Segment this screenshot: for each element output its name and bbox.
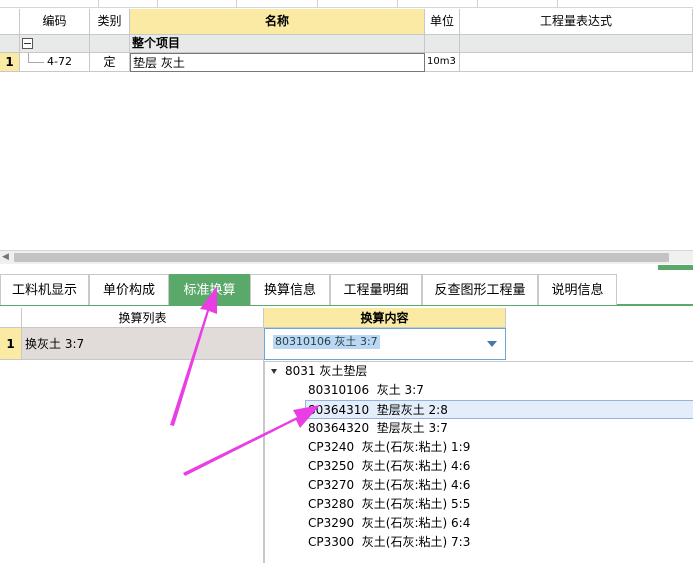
dropdown-option-selected[interactable]: 80364310 垫层灰土 2:8	[305, 400, 693, 419]
group-type-cell	[90, 35, 130, 53]
column-header-name[interactable]: 名称	[130, 9, 425, 35]
column-header-unit[interactable]: 单位	[425, 9, 460, 35]
conversion-content-header: 换算内容	[264, 308, 506, 328]
top-strip	[0, 0, 693, 8]
tab-conversion-info[interactable]: 换算信息	[250, 274, 330, 305]
tab-material-display[interactable]: 工料机显示	[0, 274, 89, 305]
row-index-cell[interactable]: 1	[0, 53, 20, 72]
dropdown-option[interactable]: CP3250 灰土(石灰:粘土) 4:6	[308, 457, 470, 476]
column-header-code[interactable]: 编码	[20, 9, 90, 35]
panel-splitter[interactable]	[658, 265, 693, 270]
strip-divider	[557, 0, 558, 8]
column-header-type[interactable]: 类别	[90, 9, 130, 35]
group-toggle-cell[interactable]	[20, 35, 90, 53]
conversion-select-value: 80310106 灰土 3:7	[273, 335, 380, 349]
tree-group-node[interactable]: 8031 灰土垫层	[271, 362, 367, 381]
strip-divider	[236, 0, 237, 8]
minus-square-icon[interactable]	[22, 38, 33, 49]
conversion-select[interactable]: 80310106 灰土 3:7	[264, 328, 506, 360]
strip-divider	[157, 0, 158, 8]
row-index-cell[interactable]: 1	[0, 328, 22, 360]
dropdown-option[interactable]: CP3270 灰土(石灰:粘土) 4:6	[308, 476, 470, 495]
row-code-text: 4-72	[47, 55, 72, 68]
tree-line-icon	[28, 53, 29, 62]
tree-line-icon	[28, 62, 44, 63]
row-type-cell[interactable]: 定	[90, 53, 130, 72]
tab-unit-price[interactable]: 单价构成	[89, 274, 169, 305]
dropdown-option[interactable]: CP3300 灰土(石灰:粘土) 7:3	[308, 533, 470, 552]
arrow-left-icon[interactable]: ◀	[2, 252, 9, 262]
tab-description[interactable]: 说明信息	[538, 274, 617, 305]
strip-divider	[98, 0, 99, 8]
dropdown-option[interactable]: 80364320 垫层灰土 3:7	[308, 419, 448, 438]
strip-divider	[317, 0, 318, 8]
tab-quantity-detail[interactable]: 工程量明细	[330, 274, 422, 305]
row-unit-cell[interactable]: 10m3	[425, 53, 460, 72]
dropdown-option[interactable]: CP3280 灰土(石灰:粘土) 5:5	[308, 495, 470, 514]
triangle-down-icon[interactable]	[271, 369, 277, 374]
conversion-list-panel: 换算列表 1 换灰土 3:7	[0, 308, 264, 563]
row-index-header	[0, 9, 20, 35]
dropdown-option[interactable]: CP3240 灰土(石灰:粘土) 1:9	[308, 438, 470, 457]
row-name-cell[interactable]: 垫层 灰土	[130, 53, 425, 72]
conversion-dropdown-list: 8031 灰土垫层 80310106 灰土 3:7 80364310 垫层灰土 …	[264, 361, 693, 563]
chevron-down-icon[interactable]	[487, 341, 497, 347]
strip-divider	[397, 0, 398, 8]
tab-standard-conversion[interactable]: 标准换算	[169, 274, 250, 305]
group-name-cell[interactable]: 整个项目	[130, 35, 425, 53]
conversion-list-header: 换算列表	[22, 308, 264, 328]
dropdown-option[interactable]: CP3290 灰土(石灰:粘土) 6:4	[308, 514, 470, 533]
column-header-expression[interactable]: 工程量表达式	[460, 9, 693, 35]
row-expression-cell[interactable]	[460, 53, 693, 72]
horizontal-scrollbar[interactable]: ◀	[0, 250, 693, 264]
dropdown-option[interactable]: 80310106 灰土 3:7	[308, 381, 424, 400]
tab-reverse-lookup[interactable]: 反查图形工程量	[422, 274, 538, 305]
tab-bar: 工料机显示 单价构成 标准换算 换算信息 工程量明细 反查图形工程量 说明信息	[0, 272, 693, 306]
group-unit-cell	[425, 35, 460, 53]
strip-divider	[477, 0, 478, 8]
row-code-cell[interactable]: 4-72	[20, 53, 90, 72]
row-index-header	[0, 308, 22, 328]
row-index-cell	[0, 35, 20, 53]
scrollbar-thumb[interactable]	[14, 253, 669, 262]
tree-group-label: 8031 灰土垫层	[285, 364, 368, 378]
conversion-row-label[interactable]: 换灰土 3:7	[22, 328, 264, 360]
group-expression-cell	[460, 35, 693, 53]
